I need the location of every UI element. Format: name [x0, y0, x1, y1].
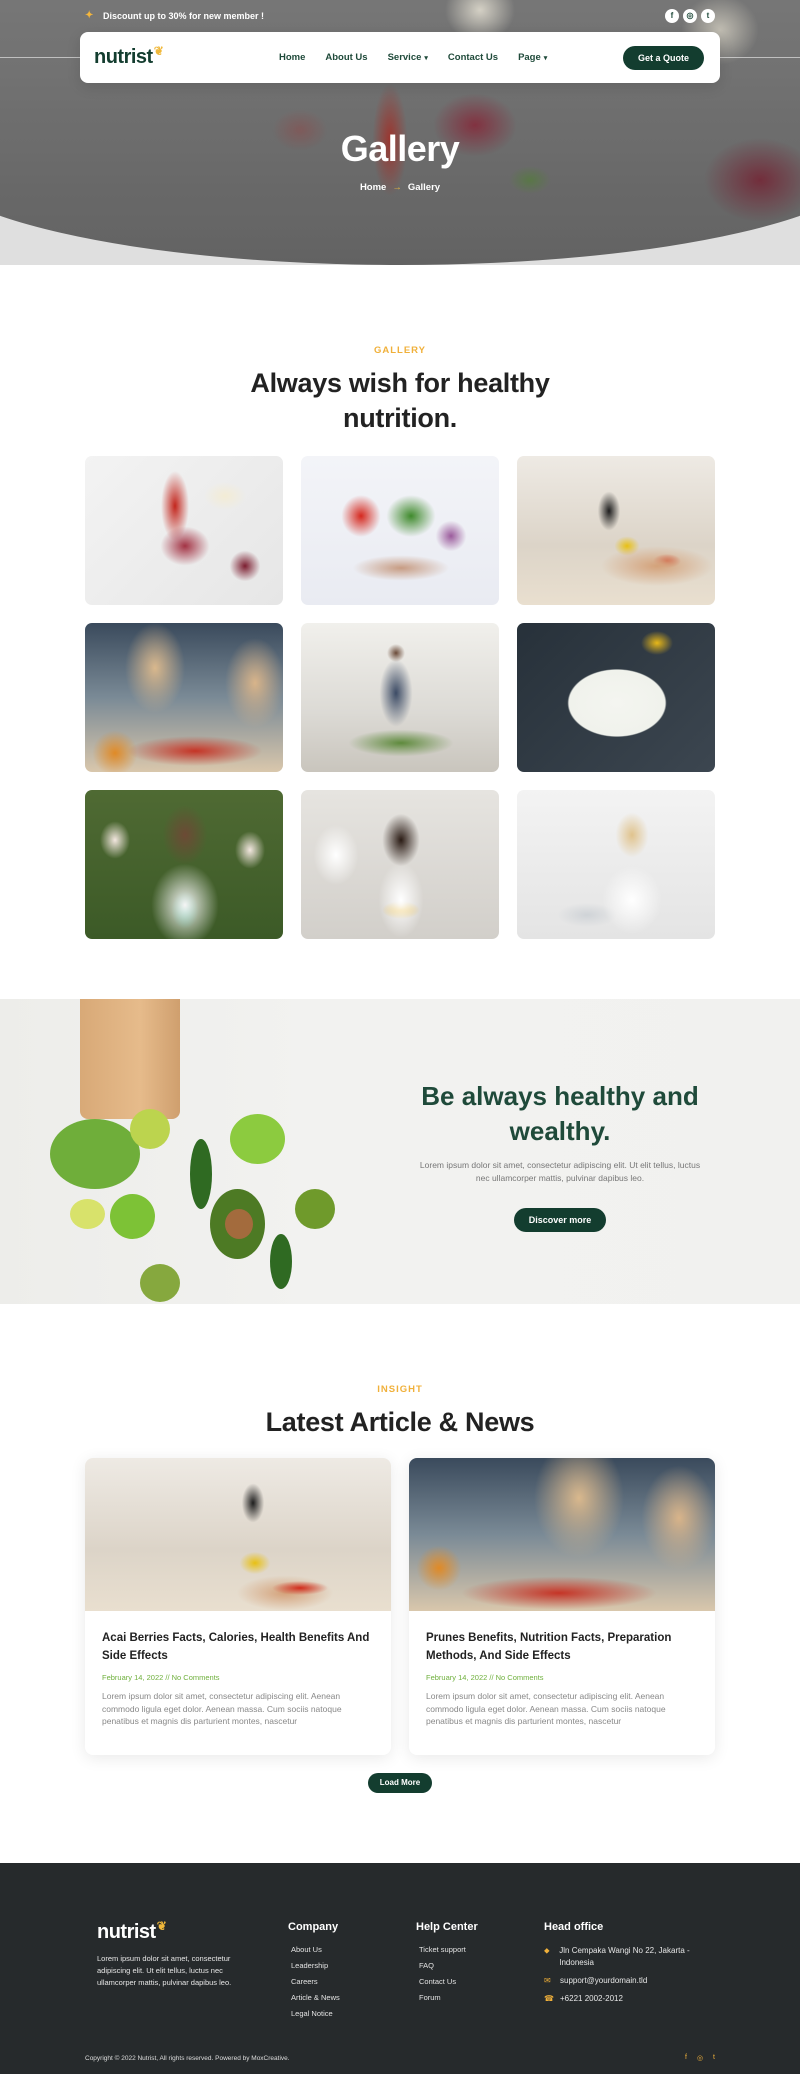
leaf-icon: ❦: [156, 1919, 167, 1933]
gallery-image-nutritionist-fruit[interactable]: [301, 790, 499, 939]
footer-link[interactable]: About Us: [291, 1945, 340, 1954]
location-icon: ⬥: [544, 1946, 550, 1955]
article-excerpt: Lorem ipsum dolor sit amet, consectetur …: [426, 1691, 666, 1726]
gallery-image-kitchen-counter[interactable]: [517, 456, 715, 605]
article-card[interactable]: Acai Berries Facts, Calories, Health Ben…: [85, 1458, 391, 1755]
gallery-image-salad-plate[interactable]: [517, 623, 715, 772]
gallery-image-cutting-board[interactable]: [301, 456, 499, 605]
hero-section: ✦ Discount up to 30% for new member ! f …: [0, 0, 800, 265]
footer-company: Company About Us Leadership Careers Arti…: [288, 1921, 340, 2025]
article-meta: February 14, 2022 // No Comments: [102, 1673, 220, 1682]
footer-column-title: Help Center: [416, 1921, 478, 1933]
page-title: Gallery: [340, 128, 460, 169]
office-email[interactable]: support@yourdomain.tld: [560, 1975, 647, 1987]
promo-copy: Be always healthy and wealthy. Lorem ips…: [415, 1079, 705, 1232]
promo-text: Discount up to 30% for new member !: [103, 11, 265, 21]
footer: nutrist ❦ Lorem ipsum dolor sit amet, con…: [0, 1863, 800, 2074]
phone-icon: ☎: [544, 1994, 554, 2003]
chevron-down-icon: ▾: [424, 54, 428, 62]
gallery-image-cooking-couple[interactable]: [85, 623, 283, 772]
grocery-bag-image: [50, 999, 340, 1304]
article-title[interactable]: Acai Berries Facts, Calories, Health Ben…: [102, 1629, 374, 1665]
footer-link[interactable]: Contact Us: [419, 1977, 478, 1986]
footer-link[interactable]: Article & News: [291, 1993, 340, 2002]
gallery-section: GALLERY Always wish for healthy nutritio…: [0, 265, 800, 999]
section-tag: GALLERY: [373, 345, 427, 356]
footer-about: Lorem ipsum dolor sit amet, consectetur …: [97, 1954, 232, 1987]
nav-link-page[interactable]: Page ▾: [518, 52, 547, 63]
breadcrumb-home[interactable]: Home: [360, 182, 386, 193]
footer-link[interactable]: Leadership: [291, 1961, 340, 1970]
twitter-icon[interactable]: t: [713, 2054, 715, 2062]
gallery-image-nutritionist-salad[interactable]: [85, 790, 283, 939]
news-section: INSIGHT Latest Article & News Acai Berri…: [0, 1304, 800, 1863]
instagram-icon[interactable]: ◎: [683, 9, 697, 23]
logo-text: nutrist: [94, 46, 153, 68]
gallery-image-doctor-desk[interactable]: [517, 790, 715, 939]
footer-column-title: Company: [288, 1921, 339, 1933]
promo-banner: ✦ Discount up to 30% for new member !: [85, 10, 264, 22]
breadcrumb-current: Gallery: [407, 182, 441, 193]
article-meta: February 14, 2022 // No Comments: [426, 1673, 544, 1682]
logo[interactable]: nutrist ❦: [94, 44, 164, 69]
section-tag: INSIGHT: [377, 1384, 423, 1395]
main-navbar: nutrist ❦ Home About Us Service ▾ Contact …: [80, 32, 720, 83]
footer-column-title: Head office: [544, 1921, 604, 1933]
footer-link[interactable]: FAQ: [419, 1961, 478, 1970]
footer-link[interactable]: Legal Notice: [291, 2009, 340, 2018]
discover-more-button[interactable]: Discover more: [513, 1208, 607, 1232]
article-image[interactable]: [409, 1458, 715, 1611]
article-excerpt: Lorem ipsum dolor sit amet, consectetur …: [102, 1691, 342, 1726]
article-list: Acai Berries Facts, Calories, Health Ben…: [85, 1458, 715, 1755]
footer-bottom-bar: Copyright © 2022 Nutrist, All rights res…: [85, 2054, 715, 2062]
footer-head-office: Head office ⬥ Jln Cempaka Wangi No 22, J…: [544, 1921, 714, 2011]
get-quote-button[interactable]: Get a Quote: [622, 45, 704, 70]
footer-link[interactable]: Forum: [419, 1993, 478, 2002]
footer-logo[interactable]: nutrist ❦: [97, 1919, 167, 1944]
office-address: Jln Cempaka Wangi No 22, Jakarta - Indon…: [559, 1946, 690, 1967]
nav-link-about[interactable]: About Us: [325, 52, 367, 63]
section-title: Latest Article & News: [265, 1407, 535, 1437]
promo-section: Be always healthy and wealthy. Lorem ips…: [0, 999, 800, 1304]
facebook-icon[interactable]: f: [685, 2054, 687, 2062]
footer-help-center: Help Center Ticket support FAQ Contact U…: [416, 1921, 478, 2009]
section-title: Always wish for healthy nutrition.: [250, 368, 550, 433]
social-links: f ◎ t: [665, 9, 715, 23]
leaf-icon: ❦: [153, 44, 164, 58]
tag-icon: ✦: [85, 10, 94, 21]
twitter-icon[interactable]: t: [701, 9, 715, 23]
email-icon: ✉: [544, 1976, 551, 1985]
footer-social-links: f ◎ t: [685, 2054, 715, 2062]
promo-text: Lorem ipsum dolor sit amet, consectetur …: [419, 1160, 701, 1183]
nav-links: Home About Us Service ▾ Contact Us Page ▾: [239, 52, 547, 63]
nav-link-home[interactable]: Home: [279, 52, 305, 63]
footer-link[interactable]: Ticket support: [419, 1945, 478, 1954]
gallery-image-woman-kitchen[interactable]: [301, 623, 499, 772]
breadcrumb: Home → Gallery: [0, 182, 800, 193]
arrow-right-icon: →: [392, 182, 402, 193]
copyright: Copyright © 2022 Nutrist, All rights res…: [85, 2054, 290, 2062]
nav-link-service[interactable]: Service ▾: [388, 52, 428, 63]
gallery-grid: [85, 456, 715, 939]
article-card[interactable]: Prunes Benefits, Nutrition Facts, Prepar…: [409, 1458, 715, 1755]
instagram-icon[interactable]: ◎: [697, 2054, 703, 2062]
promo-title: Be always healthy and wealthy.: [421, 1081, 699, 1146]
load-more-button[interactable]: Load More: [367, 1773, 433, 1793]
chevron-down-icon: ▾: [543, 54, 548, 62]
footer-link[interactable]: Careers: [291, 1977, 340, 1986]
article-image[interactable]: [85, 1458, 391, 1611]
nav-link-contact[interactable]: Contact Us: [448, 52, 498, 63]
gallery-image-vegetables[interactable]: [85, 456, 283, 605]
top-bar: ✦ Discount up to 30% for new member ! f …: [85, 6, 715, 26]
office-phone[interactable]: +6221 2002-2012: [560, 1993, 623, 2005]
facebook-icon[interactable]: f: [665, 9, 679, 23]
article-title[interactable]: Prunes Benefits, Nutrition Facts, Prepar…: [426, 1629, 698, 1665]
